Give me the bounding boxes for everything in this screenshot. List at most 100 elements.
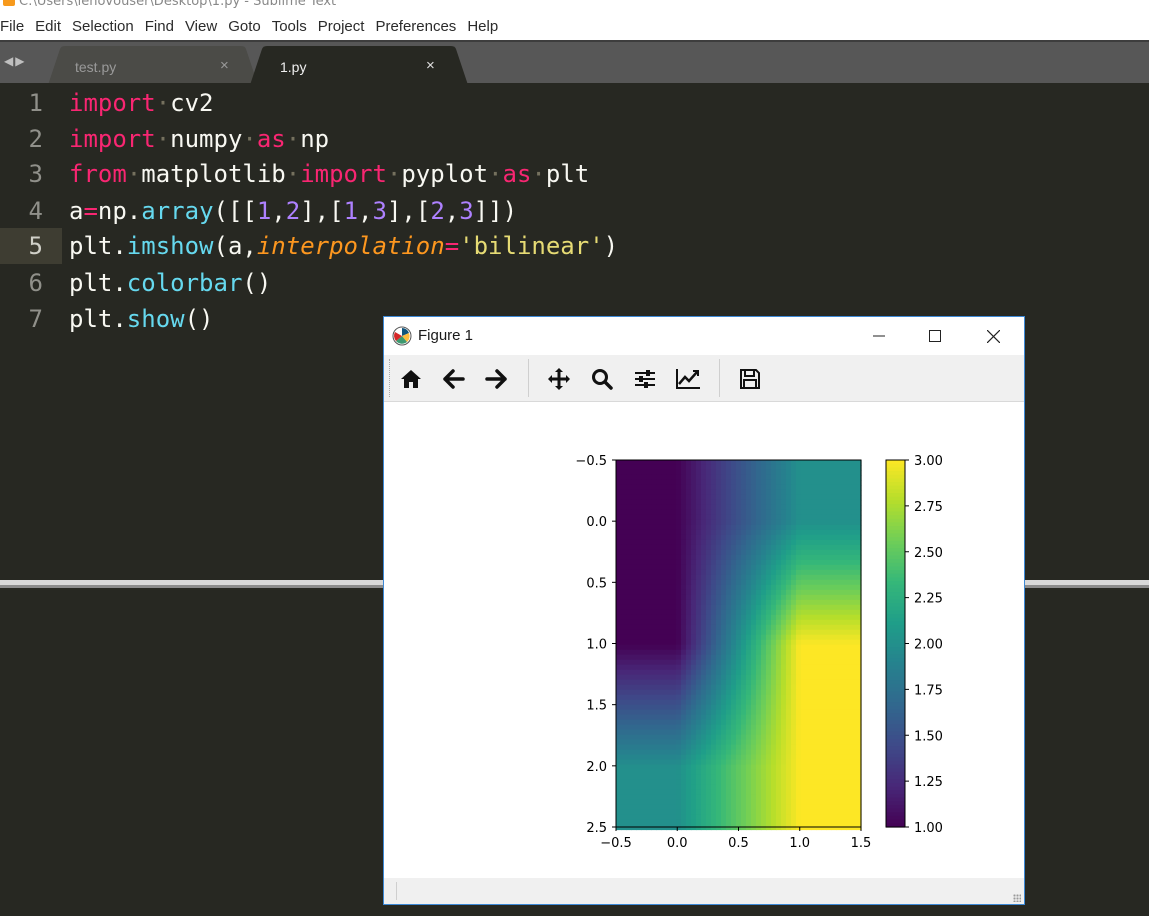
heatmap-cell <box>626 614 632 621</box>
forward-button[interactable] <box>481 364 511 394</box>
maximize-button[interactable] <box>906 317 964 355</box>
save-button[interactable] <box>735 364 765 394</box>
heatmap-plot[interactable]: −0.5 0.0 0.5 1.0 1.5−0.50.00.51.01.52.02.5 3… <box>384 402 1024 878</box>
heatmap-cell <box>851 604 857 611</box>
heatmap-cell <box>701 684 707 691</box>
heatmap-cell <box>796 544 802 551</box>
heatmap-cell <box>836 539 842 546</box>
heatmap-cell <box>771 474 777 481</box>
heatmap-cell <box>851 614 857 621</box>
edit-axis-button[interactable] <box>673 364 703 394</box>
figure-titlebar[interactable]: Figure 1 <box>384 317 1024 355</box>
resize-grip-icon[interactable] <box>1013 894 1021 902</box>
heatmap-cell <box>766 554 772 561</box>
heatmap-cell <box>811 559 817 566</box>
heatmap-cell <box>726 524 732 531</box>
heatmap-cell <box>731 629 737 636</box>
code-line[interactable]: 2 import·numpy·as·np <box>0 121 1149 157</box>
colorbar-tick-label: 1.50 <box>914 729 943 744</box>
tab-label: test.py <box>75 59 117 75</box>
heatmap-cell <box>746 749 752 756</box>
code-text[interactable]: plt.colorbar() <box>69 265 271 301</box>
figure-canvas[interactable]: −0.5 0.0 0.5 1.0 1.5 −0.5 0.0 0.5 1.0 1.5 2.0 2.5 3… <box>384 402 1024 878</box>
menu-project[interactable]: Project <box>315 18 371 35</box>
back-button[interactable] <box>439 364 469 394</box>
heatmap-cell <box>771 579 777 586</box>
tab-1-py[interactable]: 1.py × <box>250 46 468 85</box>
heatmap-cell <box>681 634 687 641</box>
heatmap-cell <box>781 544 787 551</box>
menu-file[interactable]: File <box>0 18 30 35</box>
code-text[interactable]: from·matplotlib·import·pyplot·as·plt <box>69 156 589 192</box>
heatmap-cell <box>781 629 787 636</box>
close-tab-icon[interactable]: × <box>426 57 435 74</box>
code-text[interactable]: plt.imshow(a,interpolation='bilinear') <box>69 228 618 264</box>
heatmap-cell <box>636 549 642 556</box>
code-line[interactable]: 3 from·matplotlib·import·pyplot·as·plt <box>0 156 1149 192</box>
heatmap-cell <box>696 524 702 531</box>
heatmap-cell <box>716 649 722 656</box>
heatmap-cell <box>826 779 832 786</box>
heatmap-cell <box>796 559 802 566</box>
heatmap-cell <box>681 664 687 671</box>
figure-window[interactable]: Figure 1 −0.5 0.0 0.5 1.0 1.5 −0.5 0.0 0… <box>383 316 1025 905</box>
home-button[interactable] <box>396 364 426 394</box>
menu-edit[interactable]: Edit <box>32 18 67 35</box>
close-tab-icon[interactable]: × <box>220 57 229 74</box>
code-line[interactable]: 6 plt.colorbar() <box>0 265 1149 301</box>
heatmap-cell <box>736 494 742 501</box>
close-button[interactable] <box>964 317 1022 355</box>
code-line[interactable]: 1 import·cv2 <box>0 85 1149 121</box>
heatmap-cell <box>841 524 847 531</box>
heatmap-cell <box>686 559 692 566</box>
pan-button[interactable] <box>544 364 574 394</box>
menu-find[interactable]: Find <box>142 18 180 35</box>
menu-view[interactable]: View <box>182 18 223 35</box>
heatmap-cell <box>621 724 627 731</box>
heatmap-cell <box>661 779 667 786</box>
heatmap-cell <box>721 569 727 576</box>
heatmap-cell <box>706 804 712 811</box>
heatmap-cell <box>836 499 842 506</box>
code-line-current[interactable]: 5 plt.imshow(a,interpolation='bilinear') <box>0 228 1149 264</box>
menu-goto[interactable]: Goto <box>225 18 267 35</box>
zoom-button[interactable] <box>587 364 617 394</box>
menu-selection[interactable]: Selection <box>69 18 140 35</box>
menu-tools[interactable]: Tools <box>269 18 313 35</box>
heatmap-cell <box>781 789 787 796</box>
heatmap-cell <box>841 564 847 571</box>
heatmap-cell <box>816 574 822 581</box>
heatmap-cell <box>776 504 782 511</box>
heatmap-cell <box>811 779 817 786</box>
heatmap-cell <box>641 814 647 821</box>
tab-test-py[interactable]: test.py × <box>48 46 258 85</box>
heatmap-cell <box>821 744 827 751</box>
zoom-icon <box>592 369 613 390</box>
configure-subplots-button[interactable] <box>630 364 660 394</box>
tab-nav-arrows-icon[interactable]: ◀▶ <box>4 54 26 68</box>
heatmap-cell <box>666 764 672 771</box>
heatmap-cell <box>751 629 757 636</box>
colorbar-segment <box>886 793 905 799</box>
menu-help[interactable]: Help <box>464 18 504 35</box>
heatmap-cell <box>631 789 637 796</box>
heatmap-cell <box>826 684 832 691</box>
minimize-button[interactable] <box>850 317 908 355</box>
heatmap-cell <box>686 644 692 651</box>
heatmap-cell <box>766 704 772 711</box>
colorbar-tick-label: 3.00 <box>914 454 943 469</box>
code-line[interactable]: 4 a=np.array([[1,2],[1,3],[2,3]]) <box>0 193 1149 229</box>
menu-preferences[interactable]: Preferences <box>372 18 462 35</box>
heatmap-cell <box>816 699 822 706</box>
heatmap-cell <box>741 664 747 671</box>
code-text[interactable]: import·numpy·as·np <box>69 121 329 157</box>
colorbar-segment <box>886 636 905 641</box>
heatmap-cell <box>746 464 752 471</box>
code-text[interactable]: plt.show() <box>69 301 214 337</box>
heatmap-cell <box>681 579 687 586</box>
code-text[interactable]: a=np.array([[1,2],[1,3],[2,3]]) <box>69 193 517 229</box>
heatmap-cell <box>756 739 762 746</box>
code-text[interactable]: import·cv2 <box>69 85 214 121</box>
heatmap-cell <box>756 514 762 521</box>
heatmap-cell <box>811 819 817 826</box>
